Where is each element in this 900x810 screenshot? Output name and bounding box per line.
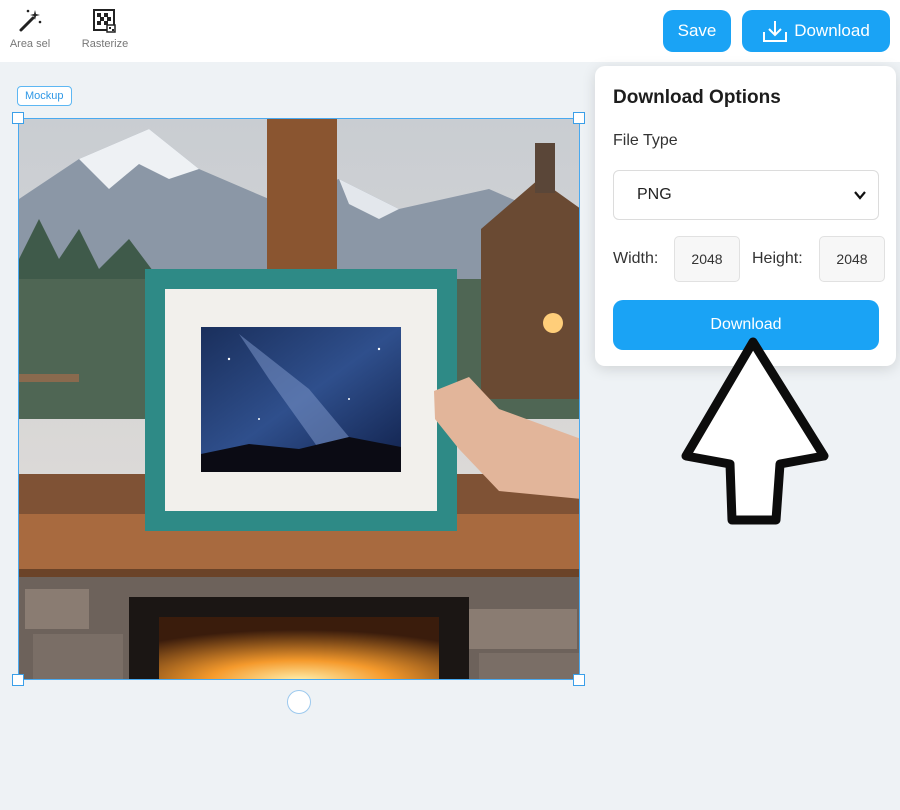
file-type-value: PNG xyxy=(637,186,672,203)
rotate-handle[interactable] xyxy=(287,690,311,714)
panel-title: Download Options xyxy=(613,87,781,108)
mockup-image[interactable] xyxy=(18,118,580,680)
save-button[interactable]: Save xyxy=(663,10,731,52)
rasterize-icon xyxy=(93,9,116,33)
height-input[interactable] xyxy=(819,236,885,282)
resize-handle-bottom-left[interactable] xyxy=(12,674,24,686)
download-button-label: Download xyxy=(794,21,870,40)
rasterize-label: Rasterize xyxy=(81,38,129,50)
area-select-label: Area sel xyxy=(9,38,51,50)
file-type-label: File Type xyxy=(613,132,678,149)
width-input[interactable] xyxy=(674,236,740,282)
download-options-panel: Download Options File Type PNG Width: He… xyxy=(595,66,896,366)
rasterize-tool[interactable]: Rasterize xyxy=(78,8,132,50)
download-button[interactable]: Download xyxy=(742,10,890,52)
width-label: Width: xyxy=(613,250,659,267)
resize-handle-top-left[interactable] xyxy=(12,112,24,124)
download-icon xyxy=(763,21,788,42)
resize-handle-bottom-right[interactable] xyxy=(573,674,585,686)
area-select-tool[interactable]: Area sel xyxy=(4,8,56,50)
layer-tag[interactable]: Mockup xyxy=(17,86,72,106)
height-label: Height: xyxy=(752,250,803,267)
magic-wand-icon xyxy=(19,9,42,32)
resize-handle-top-right[interactable] xyxy=(573,112,585,124)
chevron-down-icon xyxy=(854,191,866,200)
file-type-select[interactable]: PNG xyxy=(613,170,879,220)
top-toolbar: Area sel Rasterize Save Download xyxy=(0,0,900,62)
mockup-scene xyxy=(19,119,579,679)
pointer-arrow-icon xyxy=(681,337,829,525)
